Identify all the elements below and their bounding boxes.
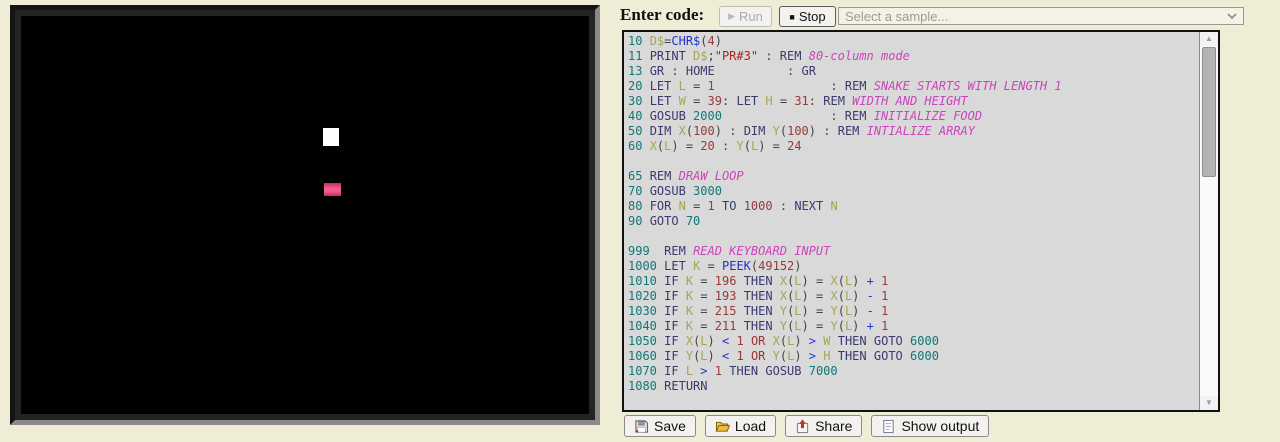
- enter-code-label: Enter code:: [620, 5, 704, 25]
- code-line: 11 PRINT D$;"PR#3" : REM 80-column mode: [628, 49, 1199, 64]
- code-line: 1030 IF K = 215 THEN Y(L) = Y(L) - 1: [628, 304, 1199, 319]
- code-line: 1040 IF K = 211 THEN Y(L) = Y(L) + 1: [628, 319, 1199, 334]
- code-line: 1070 IF L > 1 THEN GOSUB 7000: [628, 364, 1199, 379]
- code-line: 1050 IF X(L) < 1 OR X(L) > W THEN GOTO 6…: [628, 334, 1199, 349]
- code-line: 1020 IF K = 193 THEN X(L) = X(L) - 1: [628, 289, 1199, 304]
- code-line: 20 LET L = 1 : REM SNAKE STARTS WITH LEN…: [628, 79, 1199, 94]
- chevron-down-icon: [1227, 13, 1237, 19]
- code-editor[interactable]: 10 D$=CHR$(4)11 PRINT D$;"PR#3" : REM 80…: [622, 30, 1220, 412]
- code-lines: 10 D$=CHR$(4)11 PRINT D$;"PR#3" : REM 80…: [624, 32, 1199, 410]
- action-buttons: Save Load Share Show output: [624, 415, 989, 437]
- stop-button[interactable]: ■ Stop: [779, 6, 836, 27]
- emulator-screen[interactable]: [15, 10, 595, 420]
- emulator-screen-frame: [10, 5, 600, 425]
- stop-icon: ■: [789, 12, 794, 22]
- stop-button-label: Stop: [799, 9, 826, 24]
- save-button-label: Save: [654, 418, 686, 434]
- share-icon: [795, 419, 810, 434]
- code-line: [628, 229, 1199, 244]
- scrollbar[interactable]: ▲ ▼: [1199, 32, 1218, 410]
- play-icon: ▶: [728, 11, 735, 22]
- code-line: 1080 RETURN: [628, 379, 1199, 394]
- show-output-button-label: Show output: [901, 418, 979, 434]
- code-line: 40 GOSUB 2000 : REM INITIALIZE FOOD: [628, 109, 1199, 124]
- sample-select[interactable]: Select a sample...: [838, 7, 1244, 25]
- load-button-label: Load: [735, 418, 766, 434]
- folder-icon: [715, 419, 730, 434]
- code-line: 70 GOSUB 3000: [628, 184, 1199, 199]
- floppy-icon: [634, 419, 649, 434]
- code-line: 1999 REM INITIALIZE FOOD: [628, 409, 1199, 410]
- code-line: 65 REM DRAW LOOP: [628, 169, 1199, 184]
- code-line: 90 GOTO 70: [628, 214, 1199, 229]
- share-button[interactable]: Share: [785, 415, 862, 437]
- code-line: 999 REM READ KEYBOARD INPUT: [628, 244, 1199, 259]
- code-line: 60 X(L) = 20 : Y(L) = 24: [628, 139, 1199, 154]
- code-line: 13 GR : HOME : GR: [628, 64, 1199, 79]
- code-line: 1010 IF K = 196 THEN X(L) = X(L) + 1: [628, 274, 1199, 289]
- code-line: [628, 154, 1199, 169]
- run-button-label: Run: [739, 9, 763, 24]
- code-line: 1060 IF Y(L) < 1 OR Y(L) > H THEN GOTO 6…: [628, 349, 1199, 364]
- code-line: [628, 394, 1199, 409]
- document-icon: [881, 419, 896, 434]
- code-line: 30 LET W = 39: LET H = 31: REM WIDTH AND…: [628, 94, 1199, 109]
- sample-select-value: Select a sample...: [845, 9, 948, 24]
- scroll-down-arrow[interactable]: ▼: [1200, 396, 1218, 410]
- code-line: 1000 LET K = PEEK(49152): [628, 259, 1199, 274]
- code-line: 50 DIM X(100) : DIM Y(100) : REM INTIALI…: [628, 124, 1199, 139]
- scrollbar-thumb[interactable]: [1202, 47, 1216, 177]
- code-line: 80 FOR N = 1 TO 1000 : NEXT N: [628, 199, 1199, 214]
- show-output-button[interactable]: Show output: [871, 415, 989, 437]
- scroll-up-arrow[interactable]: ▲: [1200, 32, 1218, 46]
- run-button[interactable]: ▶ Run: [719, 6, 772, 27]
- code-line: 10 D$=CHR$(4): [628, 34, 1199, 49]
- share-button-label: Share: [815, 418, 852, 434]
- food-block: [324, 183, 341, 196]
- save-button[interactable]: Save: [624, 415, 696, 437]
- snake-block: [323, 128, 339, 146]
- load-button[interactable]: Load: [705, 415, 776, 437]
